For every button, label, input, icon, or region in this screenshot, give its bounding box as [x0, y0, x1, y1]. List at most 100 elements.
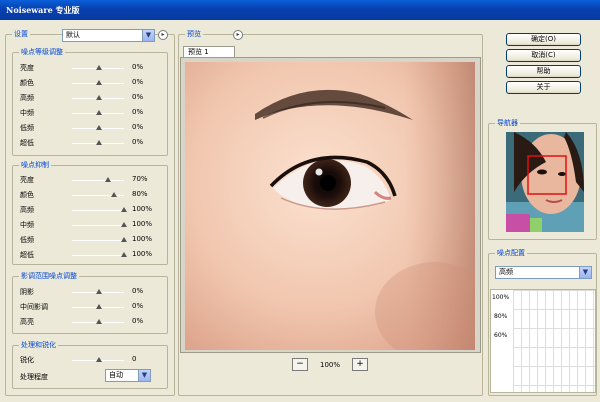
slider-value: 100% [132, 205, 153, 213]
slider-value: 100% [132, 220, 153, 228]
slider-thumb[interactable] [96, 110, 102, 115]
y-tick-100: 100% [492, 294, 510, 301]
slider-value: 100% [132, 235, 153, 243]
slider-thumb[interactable] [96, 319, 102, 324]
slider-label: 亮度 [20, 64, 34, 72]
profile-select-value: 高频 [499, 268, 513, 276]
slider-label: 亮度 [20, 176, 34, 184]
slider-row-tonal_range-1[interactable]: 中间影调 0% [20, 300, 160, 314]
slider-track[interactable] [72, 210, 124, 211]
slider-track[interactable] [72, 225, 124, 226]
slider-thumb[interactable] [105, 177, 112, 182]
slider-row-noise_level-0[interactable]: 亮度 0% [20, 61, 160, 75]
y-tick-80: 80% [494, 313, 508, 320]
slider-thumb[interactable] [96, 140, 102, 145]
preview-tab[interactable]: 预览 1 [183, 46, 235, 57]
slider-label: 低频 [20, 124, 34, 132]
slider-value: 80% [132, 190, 148, 198]
slider-thumb[interactable] [96, 95, 102, 100]
profile-graph: 100% 80% 60% [490, 289, 596, 393]
about-button[interactable]: 关于 [506, 81, 581, 94]
noise-level-title: 噪点等级调整 [19, 47, 65, 58]
slider-value: 100% [132, 250, 153, 258]
degree-value: 自动 [109, 371, 123, 379]
noise-reduction-title: 噪点抑制 [19, 160, 51, 171]
preset-select[interactable]: 默认 ▼ [62, 29, 155, 42]
preview-image[interactable] [185, 62, 475, 350]
slider-thumb[interactable] [121, 222, 127, 227]
chevron-down-icon[interactable]: ▼ [142, 30, 154, 41]
sharpen-row[interactable]: 锐化 0 [20, 353, 160, 367]
preview-menu-button[interactable]: ▸ [233, 30, 243, 40]
post-processing-title: 处理和锐化 [19, 340, 58, 351]
slider-value: 0% [132, 287, 144, 295]
navigator-thumbnail[interactable] [506, 132, 584, 232]
slider-row-noise_reduction-0[interactable]: 亮度 70% [20, 173, 160, 187]
cancel-button[interactable]: 取消(C) [506, 49, 581, 62]
sharpen-value: 0 [132, 355, 137, 363]
slider-row-tonal_range-2[interactable]: 高亮 0% [20, 315, 160, 329]
slider-label: 颜色 [20, 191, 34, 199]
window-title: Noiseware 专业版 [0, 0, 600, 20]
slider-thumb[interactable] [96, 80, 102, 85]
slider-label: 高频 [20, 206, 34, 214]
ok-button[interactable]: 确定(O) [506, 33, 581, 46]
slider-row-noise_level-1[interactable]: 颜色 0% [20, 76, 160, 90]
navigator-title: 导航器 [495, 118, 520, 129]
slider-thumb[interactable] [110, 192, 117, 197]
preview-tab-label: 预览 1 [188, 48, 209, 56]
slider-track[interactable] [72, 255, 124, 256]
degree-label: 处理程度 [20, 373, 48, 381]
degree-select[interactable]: 自动 ▼ [105, 369, 151, 382]
sharpen-thumb[interactable] [96, 357, 102, 362]
zoom-level: 100% [320, 361, 341, 369]
slider-value: 0% [132, 123, 144, 131]
slider-label: 中间影调 [20, 303, 48, 311]
slider-label: 高亮 [20, 318, 34, 326]
slider-value: 0% [132, 317, 144, 325]
slider-row-tonal_range-0[interactable]: 阴影 0% [20, 285, 160, 299]
slider-value: 70% [132, 175, 148, 183]
slider-thumb[interactable] [96, 304, 102, 309]
slider-label: 低频 [20, 236, 34, 244]
slider-value: 0% [132, 93, 144, 101]
chevron-down-icon[interactable]: ▼ [138, 370, 150, 381]
slider-track[interactable] [72, 180, 124, 181]
slider-value: 0% [132, 63, 144, 71]
slider-value: 0% [132, 302, 144, 310]
zoom-out-button[interactable]: − [292, 358, 308, 371]
post-processing-group: 处理和锐化 [12, 340, 168, 389]
slider-label: 超低 [20, 139, 34, 147]
slider-row-noise_level-4[interactable]: 低频 0% [20, 121, 160, 135]
slider-row-noise_level-3[interactable]: 中频 0% [20, 106, 160, 120]
zoom-in-button[interactable]: + [352, 358, 368, 371]
slider-label: 中频 [20, 221, 34, 229]
preview-title: 预览 [185, 29, 203, 40]
slider-track[interactable] [72, 240, 124, 241]
slider-thumb[interactable] [121, 207, 127, 212]
slider-value: 0% [132, 108, 144, 116]
preset-menu-button[interactable]: ▸ [158, 30, 168, 40]
chevron-down-icon[interactable]: ▼ [579, 267, 591, 278]
y-tick-60: 60% [494, 332, 508, 339]
slider-row-noise_level-2[interactable]: 高频 0% [20, 91, 160, 105]
slider-row-noise_reduction-3[interactable]: 中频 100% [20, 218, 160, 232]
noise-profile-title: 噪点配置 [495, 248, 527, 259]
slider-row-noise_reduction-1[interactable]: 颜色 80% [20, 188, 160, 202]
slider-label: 阴影 [20, 288, 34, 296]
slider-row-noise_level-5[interactable]: 超低 0% [20, 136, 160, 150]
slider-value: 0% [132, 78, 144, 86]
tonal-range-title: 影调范围噪点调整 [19, 271, 79, 282]
slider-row-noise_reduction-4[interactable]: 低频 100% [20, 233, 160, 247]
preset-value: 默认 [66, 31, 80, 39]
slider-row-noise_reduction-5[interactable]: 超低 100% [20, 248, 160, 262]
slider-thumb[interactable] [121, 237, 127, 242]
slider-label: 颜色 [20, 79, 34, 87]
slider-thumb[interactable] [96, 125, 102, 130]
slider-thumb[interactable] [96, 289, 102, 294]
slider-row-noise_reduction-2[interactable]: 高频 100% [20, 203, 160, 217]
profile-select[interactable]: 高频 ▼ [495, 266, 592, 279]
slider-thumb[interactable] [96, 65, 102, 70]
slider-thumb[interactable] [121, 252, 127, 257]
help-button[interactable]: 帮助 [506, 65, 581, 78]
